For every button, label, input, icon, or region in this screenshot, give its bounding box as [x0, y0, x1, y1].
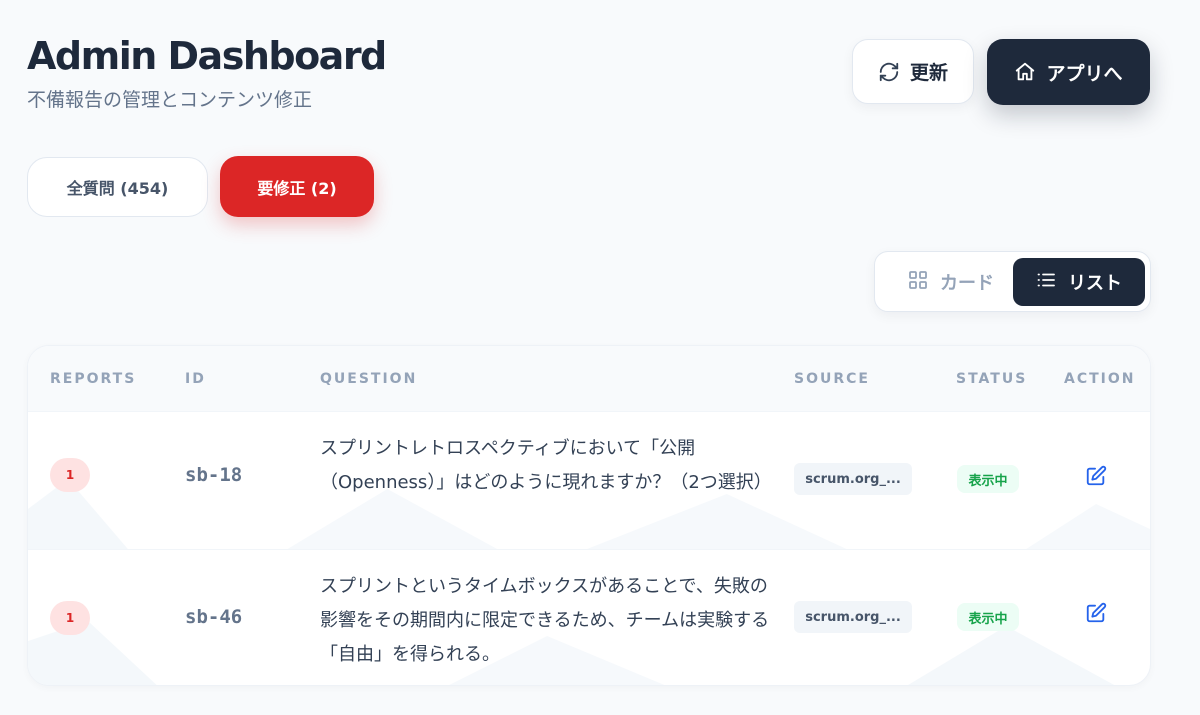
reports-table: REPORTS ID QUESTION SOURCE STATUS ACTION… [27, 345, 1151, 686]
question-id: sb-46 [185, 606, 243, 628]
filter-needs-fix[interactable]: 要修正 (2) [220, 156, 374, 217]
edit-icon [1085, 602, 1107, 628]
table-header: REPORTS ID QUESTION SOURCE STATUS ACTION [28, 346, 1150, 412]
question-text: スプリントというタイムボックスがあることで、失敗の影響をその期間内に限定できるた… [320, 576, 770, 665]
column-header-reports: REPORTS [50, 371, 137, 387]
go-to-app-button[interactable]: アプリへ [987, 39, 1150, 105]
source-chip: scrum.org_... [794, 463, 912, 495]
edit-button[interactable] [1082, 601, 1110, 629]
table-row: 1 sb-46 スプリントというタイムボックスがあることで、失敗の影響をその期間… [28, 549, 1150, 685]
question-text: スプリントレトロスペクティブにおいて「公開（Openness）」はどのように現れ… [320, 438, 772, 493]
card-view-button[interactable]: カード [889, 259, 1013, 305]
report-count-badge: 1 [50, 601, 90, 635]
list-view-label: リスト [1068, 273, 1122, 294]
filter-all-questions[interactable]: 全質問 (454) [27, 157, 208, 217]
column-header-id: ID [185, 371, 206, 387]
edit-icon [1085, 465, 1107, 491]
list-icon [1036, 270, 1056, 295]
list-view-button[interactable]: リスト [1013, 258, 1145, 306]
grid-icon [908, 270, 928, 295]
page-title: Admin Dashboard [27, 34, 387, 78]
question-id: sb-18 [185, 464, 243, 486]
status-badge: 表示中 [957, 603, 1019, 631]
column-header-action: ACTION [1064, 371, 1136, 387]
status-badge: 表示中 [957, 465, 1019, 493]
column-header-status: STATUS [956, 371, 1028, 387]
column-header-source: SOURCE [794, 371, 870, 387]
card-view-label: カード [940, 273, 994, 294]
refresh-button-label: 更新 [909, 62, 948, 84]
view-toggle: カード リスト [874, 251, 1151, 312]
page-subtitle: 不備報告の管理とコンテンツ修正 [27, 89, 313, 111]
home-icon [1014, 61, 1036, 83]
filter-needs-fix-label: 要修正 (2) [257, 178, 337, 198]
filter-all-label: 全質問 (454) [66, 179, 169, 198]
table-row: 1 sb-18 スプリントレトロスペクティブにおいて「公開（Openness）」… [28, 412, 1150, 549]
report-count-badge: 1 [50, 458, 90, 492]
edit-button[interactable] [1082, 464, 1110, 492]
refresh-button[interactable]: 更新 [852, 39, 974, 104]
source-chip: scrum.org_... [794, 601, 912, 633]
refresh-icon [878, 61, 900, 83]
column-header-question: QUESTION [320, 371, 418, 387]
go-to-app-label: アプリへ [1046, 62, 1123, 85]
